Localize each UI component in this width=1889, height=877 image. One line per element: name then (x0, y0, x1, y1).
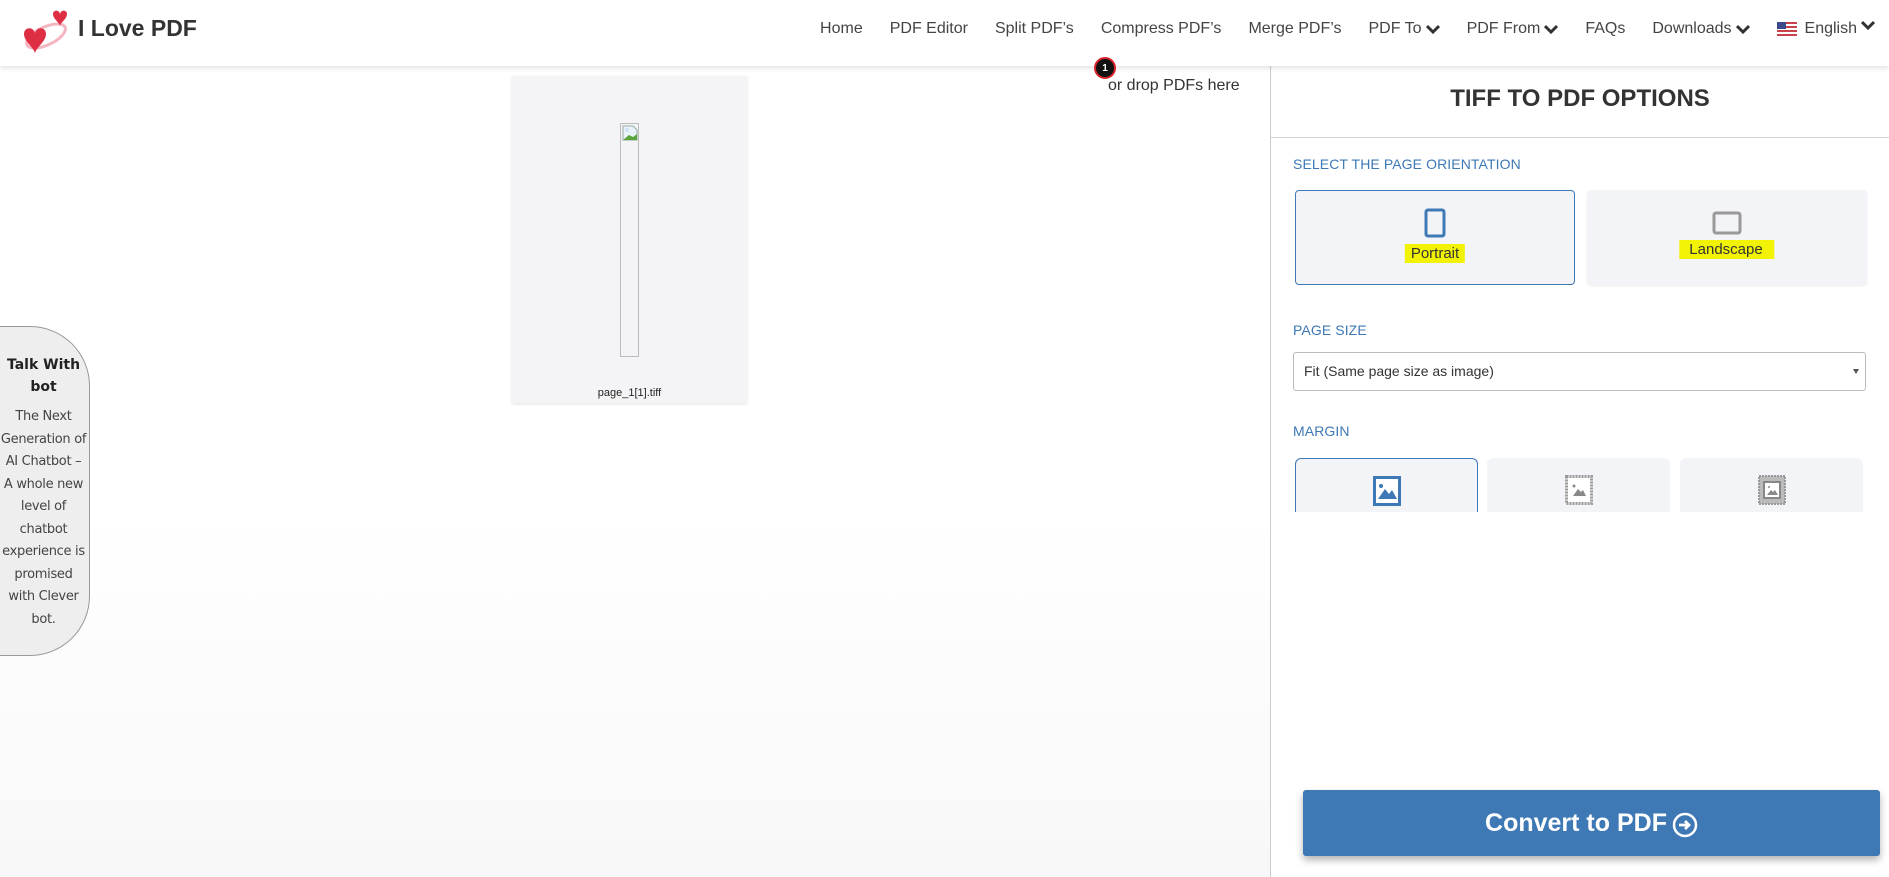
nav-merge-pdfs-label: Merge PDF’s (1248, 20, 1342, 37)
nav-pdf-editor[interactable]: PDF Editor (890, 20, 968, 38)
language-selector[interactable]: English (1776, 20, 1875, 38)
brand-name: I Love PDF (78, 14, 197, 41)
chevron-down-icon (1735, 24, 1750, 34)
nav-compress-pdfs[interactable]: Compress PDF’s (1101, 20, 1222, 38)
options-title: TIFF TO PDF OPTIONS (1450, 84, 1710, 112)
image-big-margin-icon (1757, 475, 1786, 505)
portrait-label: Portrait (1404, 244, 1466, 263)
brand-logo-link[interactable]: I Love PDF (22, 10, 197, 56)
broken-image-icon (622, 125, 638, 141)
orientation-label: SELECT THE PAGE ORIENTATION (1293, 156, 1521, 172)
orientation-landscape-option[interactable]: Landscape (1587, 190, 1867, 285)
nav-pdf-from-dropdown[interactable]: PDF From (1467, 20, 1559, 38)
nav-downloads-label: Downloads (1652, 20, 1732, 37)
caret-down-icon (1853, 369, 1859, 374)
nav-faqs[interactable]: FAQs (1585, 20, 1625, 38)
nav-pdf-editor-label: PDF Editor (889, 20, 968, 37)
language-label: English (1804, 20, 1857, 37)
page-size-selected-value: Fit (Same page size as image) (1304, 363, 1494, 379)
nav-split-pdfs[interactable]: Split PDF’s (995, 20, 1074, 38)
nav-faqs-label: FAQs (1585, 20, 1626, 37)
nav-pdf-to-dropdown[interactable]: PDF To (1369, 20, 1440, 38)
margin-label: MARGIN (1293, 423, 1350, 439)
margin-option-big[interactable] (1680, 458, 1863, 512)
image-no-margin-icon (1372, 476, 1401, 506)
file-name: page_1[1].tiff (597, 387, 662, 399)
chatbot-promo-panel[interactable]: Talk With bot The Next Generation of AI … (0, 326, 90, 656)
file-count-badge: 1 (1094, 57, 1116, 79)
page-size-label: PAGE SIZE (1293, 322, 1367, 338)
nav-pdf-to-label: PDF To (1368, 20, 1422, 37)
page-size-select[interactable]: Fit (Same page size as image) (1293, 352, 1866, 391)
margin-option-small[interactable] (1487, 458, 1670, 512)
file-thumbnail-card[interactable]: page_1[1].tiff (512, 76, 747, 403)
orientation-portrait-option[interactable]: Portrait (1295, 190, 1575, 285)
landscape-page-icon (1712, 211, 1742, 235)
nav-home-label: Home (820, 20, 863, 37)
margin-option-none[interactable] (1295, 458, 1478, 512)
chevron-down-icon (1861, 20, 1875, 30)
nav-pdf-from-label: PDF From (1466, 20, 1541, 37)
portrait-page-icon (1424, 208, 1446, 238)
two-hearts-icon (24, 10, 67, 54)
top-navbar: I Love PDF Home PDF Editor Split PDF’s C… (0, 0, 1889, 66)
chevron-down-icon (1425, 24, 1440, 34)
options-header: TIFF TO PDF OPTIONS (1271, 66, 1889, 138)
chevron-down-icon (1544, 24, 1559, 34)
convert-to-pdf-button[interactable]: Convert to PDF (1303, 790, 1880, 856)
convert-button-label: Convert to PDF (1485, 808, 1667, 837)
nav-merge-pdfs[interactable]: Merge PDF’s (1248, 20, 1341, 38)
options-panel: TIFF TO PDF OPTIONS SELECT THE PAGE ORIE… (1270, 66, 1889, 877)
image-small-margin-icon (1564, 475, 1593, 505)
main-nav: Home PDF Editor Split PDF’s Compress PDF… (820, 20, 1875, 38)
nav-compress-pdfs-label: Compress PDF’s (1100, 20, 1222, 37)
us-flag-icon (1776, 22, 1797, 36)
nav-split-pdfs-label: Split PDF’s (994, 20, 1074, 37)
arrow-circle-right-icon (1672, 812, 1698, 837)
file-workspace[interactable]: 1 or drop PDFs here page_1[1].tiff Talk … (0, 57, 1270, 877)
drop-zone-hint[interactable]: or drop PDFs here (1108, 77, 1240, 95)
file-thumbnail-image (620, 123, 639, 357)
nav-downloads-dropdown[interactable]: Downloads (1652, 20, 1750, 38)
chatbot-description: The Next Generation of AI Chatbot – A wh… (0, 409, 87, 627)
chatbot-title: Talk With bot (6, 357, 81, 395)
nav-home[interactable]: Home (820, 20, 863, 38)
landscape-label: Landscape (1679, 240, 1775, 259)
